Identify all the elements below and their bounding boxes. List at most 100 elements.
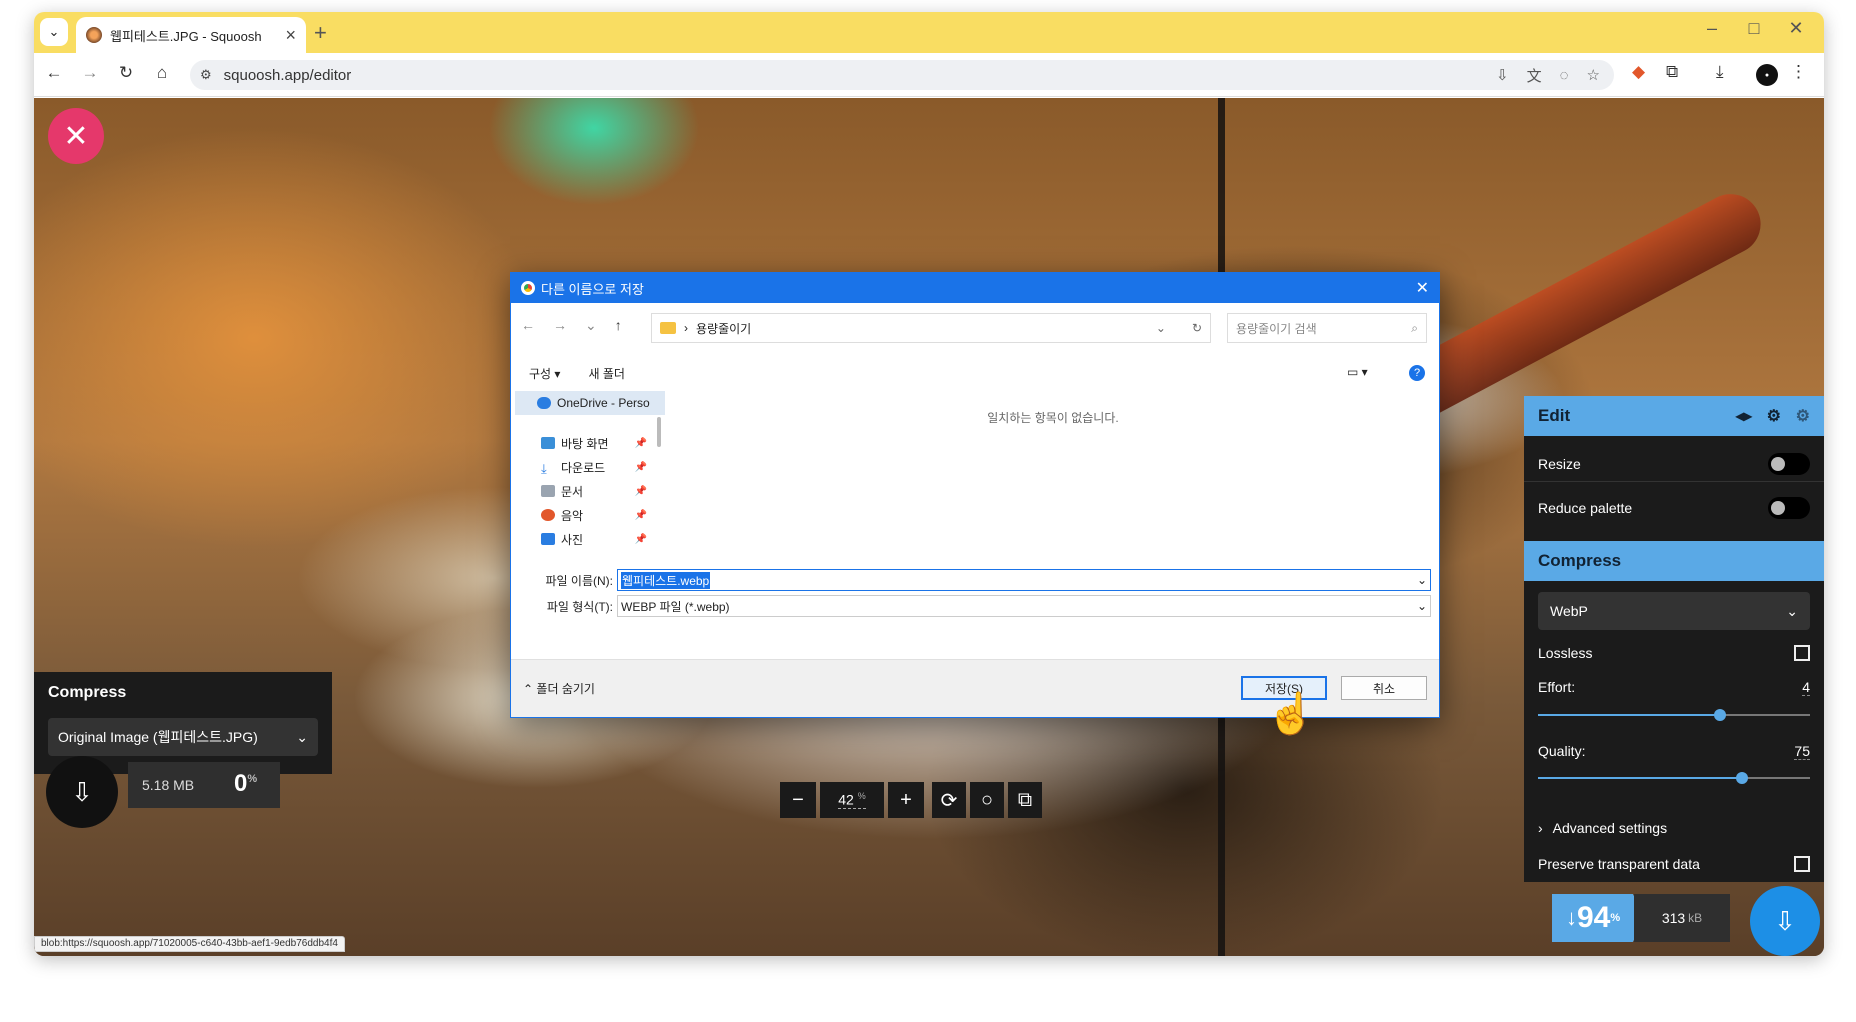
dialog-nav-pane: OneDrive - Perso 바탕 화면 📌 ⤓ 다운로드 📌 문서 📌 음… — [515, 391, 665, 561]
dialog-search-box[interactable]: 용량줄이기 검색 ⌕ — [1227, 313, 1427, 343]
crop-view-icon[interactable]: ⧉ — [1008, 782, 1042, 818]
install-app-icon[interactable]: ⇩ — [1496, 66, 1509, 84]
preserve-transparent-row: Preserve transparent data — [1524, 846, 1824, 882]
hide-folders-toggle[interactable]: ⌃ 폴더 숨기기 — [523, 680, 595, 697]
cancel-button[interactable]: 취소 — [1341, 676, 1427, 700]
dialog-title: 다른 이름으로 저장 — [541, 281, 644, 297]
rotate-icon[interactable]: ⟳ — [932, 782, 966, 818]
nav-item-desktop[interactable]: 바탕 화면 📌 — [515, 431, 665, 455]
filetype-select[interactable]: WEBP 파일 (*.webp) ⌄ — [617, 595, 1431, 617]
quality-slider[interactable] — [1538, 772, 1810, 784]
left-format-value: Original Image (웹피테스트.JPG) — [58, 729, 258, 745]
effort-value[interactable]: 4 — [1802, 679, 1810, 696]
home-icon[interactable]: ⌂ — [150, 63, 174, 83]
resize-toggle[interactable] — [1768, 452, 1810, 475]
reduce-palette-toggle[interactable] — [1768, 497, 1810, 519]
settings-gear-icon[interactable]: ⚙ — [1767, 408, 1781, 425]
refresh-icon[interactable]: ↻ — [1192, 321, 1202, 335]
extension-icon[interactable]: ◆ — [1632, 62, 1645, 82]
reduce-palette-label: Reduce palette — [1538, 500, 1633, 516]
help-icon[interactable]: ? — [1409, 365, 1425, 381]
organize-button[interactable]: 구성 ▾ — [529, 365, 560, 382]
path-dropdown-icon[interactable]: ⌄ — [1156, 321, 1166, 335]
nav-label-documents: 문서 — [561, 484, 584, 499]
menu-kebab-icon[interactable]: ⋮ — [1790, 62, 1807, 82]
compare-arrows-icon[interactable]: ◂▸ — [1736, 408, 1752, 425]
eye-off-icon[interactable]: ◌ — [1560, 67, 1569, 84]
preserve-transparent-checkbox[interactable] — [1794, 856, 1810, 872]
favicon-icon — [86, 27, 102, 43]
minimize-button[interactable]: – — [1692, 18, 1732, 39]
nav-label-music: 음악 — [561, 508, 584, 523]
lossless-checkbox[interactable] — [1794, 645, 1810, 661]
background-toggle-icon[interactable]: ○ — [970, 782, 1004, 818]
file-list: 일치하는 항목이 없습니다. — [671, 391, 1435, 541]
resize-row: Resize — [1524, 446, 1824, 482]
save-as-dialog: 다른 이름으로 저장 ✕ ← → ⌄ ↑ › 용량줄이기 ⌄ ↻ 용량줄이기 검… — [510, 272, 1440, 718]
chevron-right-icon: › — [1538, 820, 1543, 836]
quality-knob[interactable] — [1736, 772, 1748, 784]
chevron-down-icon[interactable]: ⌄ — [1417, 573, 1427, 587]
output-size: 313 — [1661, 910, 1686, 926]
music-icon — [541, 509, 555, 521]
nav-item-downloads[interactable]: ⤓ 다운로드 📌 — [515, 455, 665, 479]
bookmark-star-icon[interactable]: ☆ — [1587, 66, 1600, 84]
new-tab-button[interactable]: + — [314, 20, 327, 46]
onedrive-label: OneDrive - Perso — [557, 396, 650, 410]
dialog-path-bar[interactable]: › 용량줄이기 ⌄ ↻ — [651, 313, 1211, 343]
profile-avatar[interactable]: ● — [1756, 64, 1778, 86]
chevron-up-icon: ⌃ — [523, 682, 534, 696]
download-original-button[interactable]: ⇩ — [46, 756, 118, 828]
translate-icon[interactable]: 文 — [1527, 65, 1542, 86]
address-bar[interactable]: ⚙ squoosh.app/editor ⇩ 文 ◌ ☆ — [190, 60, 1614, 90]
quality-label: Quality: — [1538, 743, 1586, 759]
zoom-out-button[interactable]: − — [780, 782, 816, 818]
maximize-button[interactable]: □ — [1734, 18, 1774, 39]
back-icon[interactable]: ← — [42, 63, 66, 83]
lossless-row: Lossless — [1524, 640, 1824, 666]
pin-icon: 📌 — [634, 485, 647, 497]
view-options-icon[interactable]: ▭ ▾ — [1347, 365, 1368, 379]
left-format-select[interactable]: Original Image (웹피테스트.JPG) ⌄ — [48, 718, 318, 756]
extensions-puzzle-icon[interactable]: ⧉ — [1666, 62, 1678, 82]
close-window-button[interactable]: ✕ — [1776, 18, 1816, 39]
nav-item-onedrive[interactable]: OneDrive - Perso — [515, 391, 665, 415]
advanced-settings-label: Advanced settings — [1552, 820, 1668, 836]
format-select[interactable]: WebP ⌄ — [1538, 592, 1810, 630]
nav-item-pictures[interactable]: 사진 📌 — [515, 527, 665, 551]
recent-chevron-icon[interactable]: ⌄ — [585, 317, 597, 334]
forward-icon[interactable]: → — [553, 317, 567, 334]
empty-message: 일치하는 항목이 없습니다. — [987, 411, 1119, 425]
close-editor-button[interactable]: ✕ — [48, 108, 104, 164]
browser-tab[interactable]: 웹피테스트.JPG - Squoosh × — [76, 17, 306, 53]
downloads-icon[interactable]: ⤓ — [1716, 62, 1724, 82]
quality-value[interactable]: 75 — [1794, 743, 1810, 760]
output-size-badge: 313 kB — [1634, 894, 1730, 942]
zoom-controls: − 42 % + ⟳ ○ ⧉ — [780, 782, 1042, 818]
up-folder-icon[interactable]: ↑ — [615, 317, 622, 334]
tab-close-icon[interactable]: × — [285, 25, 296, 46]
zoom-value-field[interactable]: 42 % — [820, 782, 884, 818]
quality-fill — [1538, 777, 1742, 779]
filename-input[interactable]: 웹피테스트.webp ⌄ — [617, 569, 1431, 591]
nav-item-documents[interactable]: 문서 📌 — [515, 479, 665, 503]
forward-icon[interactable]: → — [78, 63, 102, 83]
effort-knob[interactable] — [1714, 709, 1727, 721]
effort-slider[interactable] — [1538, 709, 1810, 721]
quality-row: Quality: 75 — [1524, 738, 1824, 764]
output-unit: kB — [1688, 911, 1703, 925]
original-size: 5.18 MB — [142, 777, 195, 793]
dialog-close-icon[interactable]: ✕ — [1416, 278, 1429, 298]
download-compressed-button[interactable]: ⇩ — [1750, 886, 1820, 956]
download-icon: ⇩ — [71, 776, 93, 807]
nav-item-music[interactable]: 음악 📌 — [515, 503, 665, 527]
new-folder-button[interactable]: 새 폴더 — [588, 365, 624, 382]
nav-scrollbar[interactable] — [657, 417, 661, 447]
site-info-icon[interactable]: ⚙ — [200, 67, 212, 83]
settings-outline-icon[interactable]: ⚙ — [1796, 408, 1810, 425]
reload-icon[interactable]: ↻ — [114, 63, 138, 83]
advanced-settings-row[interactable]: › Advanced settings — [1524, 810, 1824, 846]
back-icon[interactable]: ← — [521, 317, 535, 334]
zoom-in-button[interactable]: + — [888, 782, 924, 818]
tab-search-button[interactable]: ⌄ — [40, 18, 68, 46]
